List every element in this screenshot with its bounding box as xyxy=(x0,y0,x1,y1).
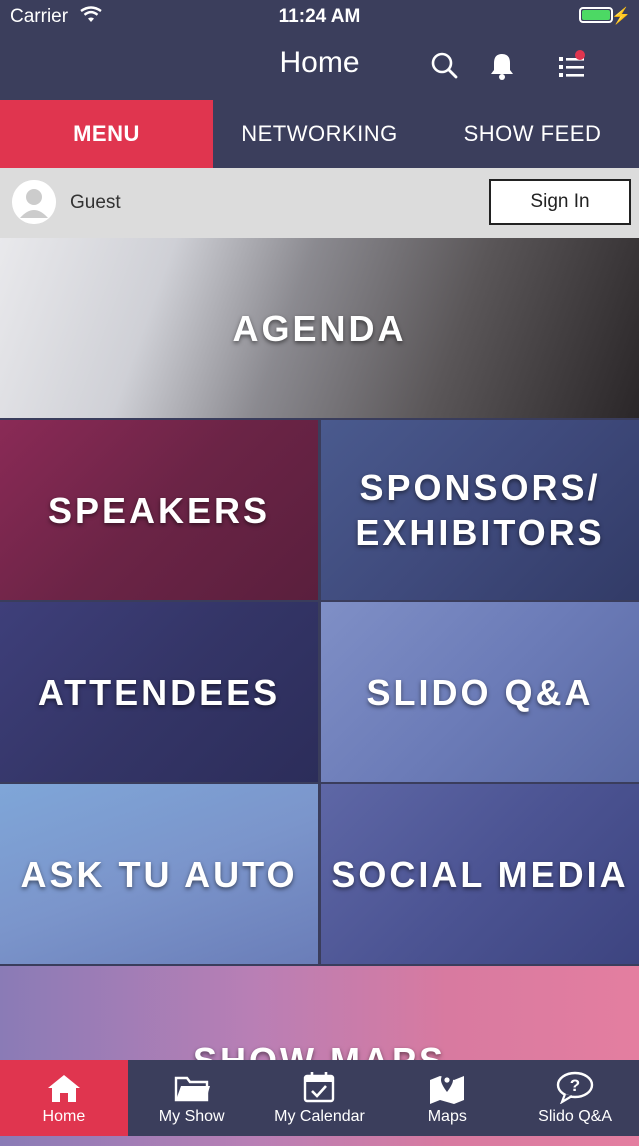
attendees-tile[interactable]: ATTENDEES xyxy=(0,602,318,782)
calendar-icon xyxy=(304,1072,335,1103)
page-title: Home xyxy=(279,46,360,79)
sponsors-label: SPONSORS/ xyxy=(359,467,601,508)
search-icon[interactable] xyxy=(426,48,462,84)
svg-text:?: ? xyxy=(570,1076,580,1095)
list-menu-icon[interactable] xyxy=(554,48,590,84)
nav-my-calendar[interactable]: My Calendar xyxy=(256,1060,384,1136)
folder-icon xyxy=(174,1076,210,1102)
nav-my-calendar-label: My Calendar xyxy=(274,1108,365,1125)
charging-icon: ⚡ xyxy=(611,8,631,25)
tab-menu[interactable]: MENU xyxy=(0,100,213,168)
status-time: 11:24 AM xyxy=(278,6,361,27)
question-bubble-icon: ? xyxy=(556,1071,594,1104)
ask-tu-auto-label: ASK TU AUTO xyxy=(20,853,298,895)
nav-maps-label: Maps xyxy=(427,1108,467,1125)
app-header: Home xyxy=(0,34,639,100)
nav-slido-qa[interactable]: ? Slido Q&A xyxy=(511,1060,639,1136)
exhibitors-label: EXHIBITORS xyxy=(355,512,605,553)
guest-name: Guest xyxy=(70,192,121,213)
nav-my-show-label: My Show xyxy=(158,1108,225,1125)
sponsors-exhibitors-tile[interactable]: SPONSORS/EXHIBITORS xyxy=(321,420,639,600)
guest-bar: Guest Sign In xyxy=(0,168,639,238)
sign-in-button[interactable]: Sign In xyxy=(489,179,631,225)
slido-label: SLIDO Q&A xyxy=(366,671,594,713)
avatar-icon xyxy=(12,180,56,224)
map-icon xyxy=(430,1074,465,1104)
home-icon xyxy=(47,1075,80,1102)
agenda-label: AGENDA xyxy=(232,307,407,349)
nav-slido-qa-label: Slido Q&A xyxy=(538,1108,612,1125)
status-bar: Carrier 11:24 AM ⚡ xyxy=(0,0,639,34)
speakers-tile[interactable]: SPEAKERS xyxy=(0,420,318,600)
social-media-tile[interactable]: SOCIAL MEDIA xyxy=(321,784,639,964)
tab-networking[interactable]: NETWORKING xyxy=(213,100,426,168)
social-media-label: SOCIAL MEDIA xyxy=(331,853,629,895)
speakers-label: SPEAKERS xyxy=(47,489,271,531)
slido-qa-tile[interactable]: SLIDO Q&A xyxy=(321,602,639,782)
notification-bell-icon[interactable] xyxy=(484,48,520,84)
bottom-nav: Home My Show My Calendar Maps ? Slido Q&… xyxy=(0,1060,639,1136)
ask-tu-auto-tile[interactable]: ASK TU AUTO xyxy=(0,784,318,964)
tab-show-feed[interactable]: SHOW FEED xyxy=(426,100,639,168)
nav-maps[interactable]: Maps xyxy=(383,1060,511,1136)
agenda-tile[interactable]: AGENDA xyxy=(0,238,639,418)
top-tab-bar: MENU NETWORKING SHOW FEED xyxy=(0,100,639,168)
nav-home-label: Home xyxy=(42,1108,86,1125)
nav-my-show[interactable]: My Show xyxy=(128,1060,256,1136)
nav-home[interactable]: Home xyxy=(0,1060,128,1136)
attendees-label: ATTENDEES xyxy=(37,671,281,713)
battery-icon xyxy=(579,7,613,23)
